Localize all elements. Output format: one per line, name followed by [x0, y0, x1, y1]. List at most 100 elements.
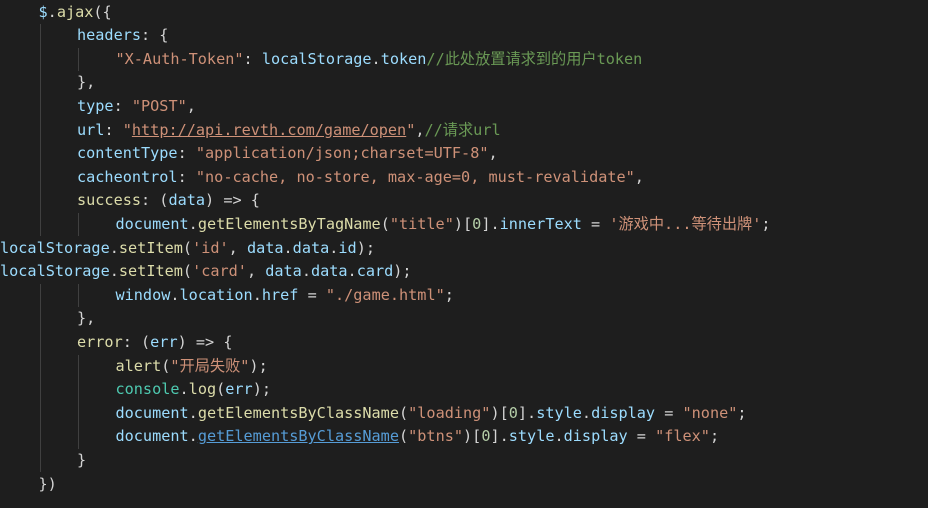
code-token: . [47, 2, 57, 21]
code-token: getElementsByClassName [197, 427, 399, 446]
indent-guide [78, 283, 79, 308]
code-line[interactable]: headers: { [77, 24, 168, 48]
code-token: : ( [122, 332, 151, 351]
code-token: ]. [490, 427, 509, 446]
code-line[interactable]: localStorage.setItem('id', data.data.id)… [0, 237, 375, 261]
code-token: , [228, 238, 247, 257]
code-token: //此处放置请求到的用户token [426, 49, 643, 68]
code-token: '游戏中...等待出牌' [609, 214, 762, 233]
code-token: setItem [118, 262, 183, 281]
code-line[interactable]: }) [39, 473, 57, 497]
code-line[interactable]: } [77, 449, 86, 473]
code-token: 'card' [192, 262, 247, 281]
code-token: . [554, 427, 564, 446]
code-token: ( [216, 380, 226, 399]
code-token: localStorage [261, 49, 372, 68]
indent-guide [78, 354, 79, 449]
code-token: . [109, 238, 119, 257]
code-token: "no-cache, no-store, max-age=0, must-rev… [195, 167, 635, 186]
code-line[interactable]: document.getElementsByClassName("btns")[… [116, 425, 720, 449]
code-token: //请求url [424, 120, 501, 139]
code-token: , [246, 262, 266, 281]
code-token: display [591, 403, 656, 422]
code-token: , [634, 167, 644, 186]
code-token: "POST" [131, 96, 187, 115]
code-token: . [371, 49, 381, 68]
code-line[interactable]: type: "POST", [77, 95, 196, 119]
code-token: document [115, 427, 189, 446]
code-token: ( [398, 427, 409, 446]
code-line[interactable]: }, [77, 307, 95, 331]
code-token: ; [737, 403, 747, 422]
code-token: = [581, 214, 610, 233]
code-line[interactable]: }, [77, 71, 95, 95]
code-token: { [241, 191, 260, 210]
code-token: data [168, 191, 206, 210]
code-line[interactable]: cacheontrol: "no-cache, no-store, max-ag… [77, 166, 644, 190]
code-token: headers [77, 26, 142, 45]
code-token: . [581, 403, 592, 422]
code-line[interactable]: alert("开局失败"); [116, 355, 268, 379]
code-token: err [225, 380, 253, 399]
indent-guide [78, 47, 79, 72]
code-token: style [508, 427, 555, 446]
code-token: ); [356, 238, 375, 257]
code-token: 0 [472, 214, 482, 233]
indent-guide [39, 283, 41, 473]
code-token: log [188, 380, 217, 399]
code-token: "./game.html" [325, 285, 445, 304]
code-line[interactable]: url: "http://api.revth.com/game/open",//… [77, 119, 501, 143]
code-line[interactable]: success: (data) => { [77, 189, 260, 213]
code-token: : [243, 49, 262, 68]
code-line[interactable]: document.getElementsByClassName("loading… [116, 402, 747, 426]
code-token: = [655, 403, 683, 422]
code-token: " [122, 120, 132, 139]
code-token: success [77, 191, 142, 210]
code-token: ; [761, 214, 771, 233]
code-token: cacheontrol [77, 167, 178, 186]
code-token: ) [205, 191, 224, 210]
code-token: contentType [77, 144, 178, 163]
code-line[interactable]: window.location.href = "./game.html"; [116, 284, 454, 308]
code-token: http://api.revth.com/game/open [131, 120, 407, 139]
code-line[interactable]: error: (err) => { [77, 331, 232, 355]
code-token: token [380, 49, 427, 68]
code-token: ( [182, 262, 193, 281]
code-token: }) [38, 474, 57, 493]
code-token: "title" [389, 214, 454, 233]
code-line[interactable]: contentType: "application/json;charset=U… [77, 142, 498, 166]
code-token: " [406, 120, 416, 139]
code-line[interactable]: console.log(err); [116, 378, 272, 402]
code-token: ajax [56, 2, 94, 21]
code-token: document [115, 403, 189, 422]
code-editor[interactable]: $.ajax({headers: {"X-Auth-Token": localS… [0, 0, 928, 508]
code-line[interactable]: $.ajax({ [39, 1, 112, 25]
code-token: card [356, 262, 394, 281]
code-token: : { [141, 26, 169, 45]
code-token: ) [177, 332, 196, 351]
code-token: location [179, 285, 253, 304]
code-token: , [415, 120, 425, 139]
code-line[interactable]: localStorage.setItem('card', data.data.c… [0, 260, 412, 284]
code-token: style [536, 403, 582, 422]
code-token: ; [709, 427, 720, 446]
code-token: "application/json;charset=UTF-8" [195, 144, 489, 163]
indent-guide [78, 212, 79, 237]
code-line[interactable]: "X-Auth-Token": localStorage.token//此处放置… [116, 48, 643, 72]
code-token: . [188, 214, 198, 233]
code-token: data [292, 238, 330, 257]
code-line[interactable]: document.getElementsByTagName("title")[0… [116, 213, 771, 237]
code-token: display [563, 427, 628, 446]
code-token: console [115, 380, 180, 399]
code-token: innerText [499, 214, 582, 233]
code-token: 0 [508, 403, 518, 422]
code-token: : [104, 120, 123, 139]
code-token: : ( [141, 191, 169, 210]
code-token: . [188, 427, 198, 446]
code-token: data [310, 262, 348, 281]
code-token: , [186, 96, 196, 115]
code-token: getElementsByClassName [197, 403, 399, 422]
code-token: "loading" [408, 403, 491, 422]
code-token: : [113, 96, 132, 115]
code-token: ; [444, 285, 454, 304]
